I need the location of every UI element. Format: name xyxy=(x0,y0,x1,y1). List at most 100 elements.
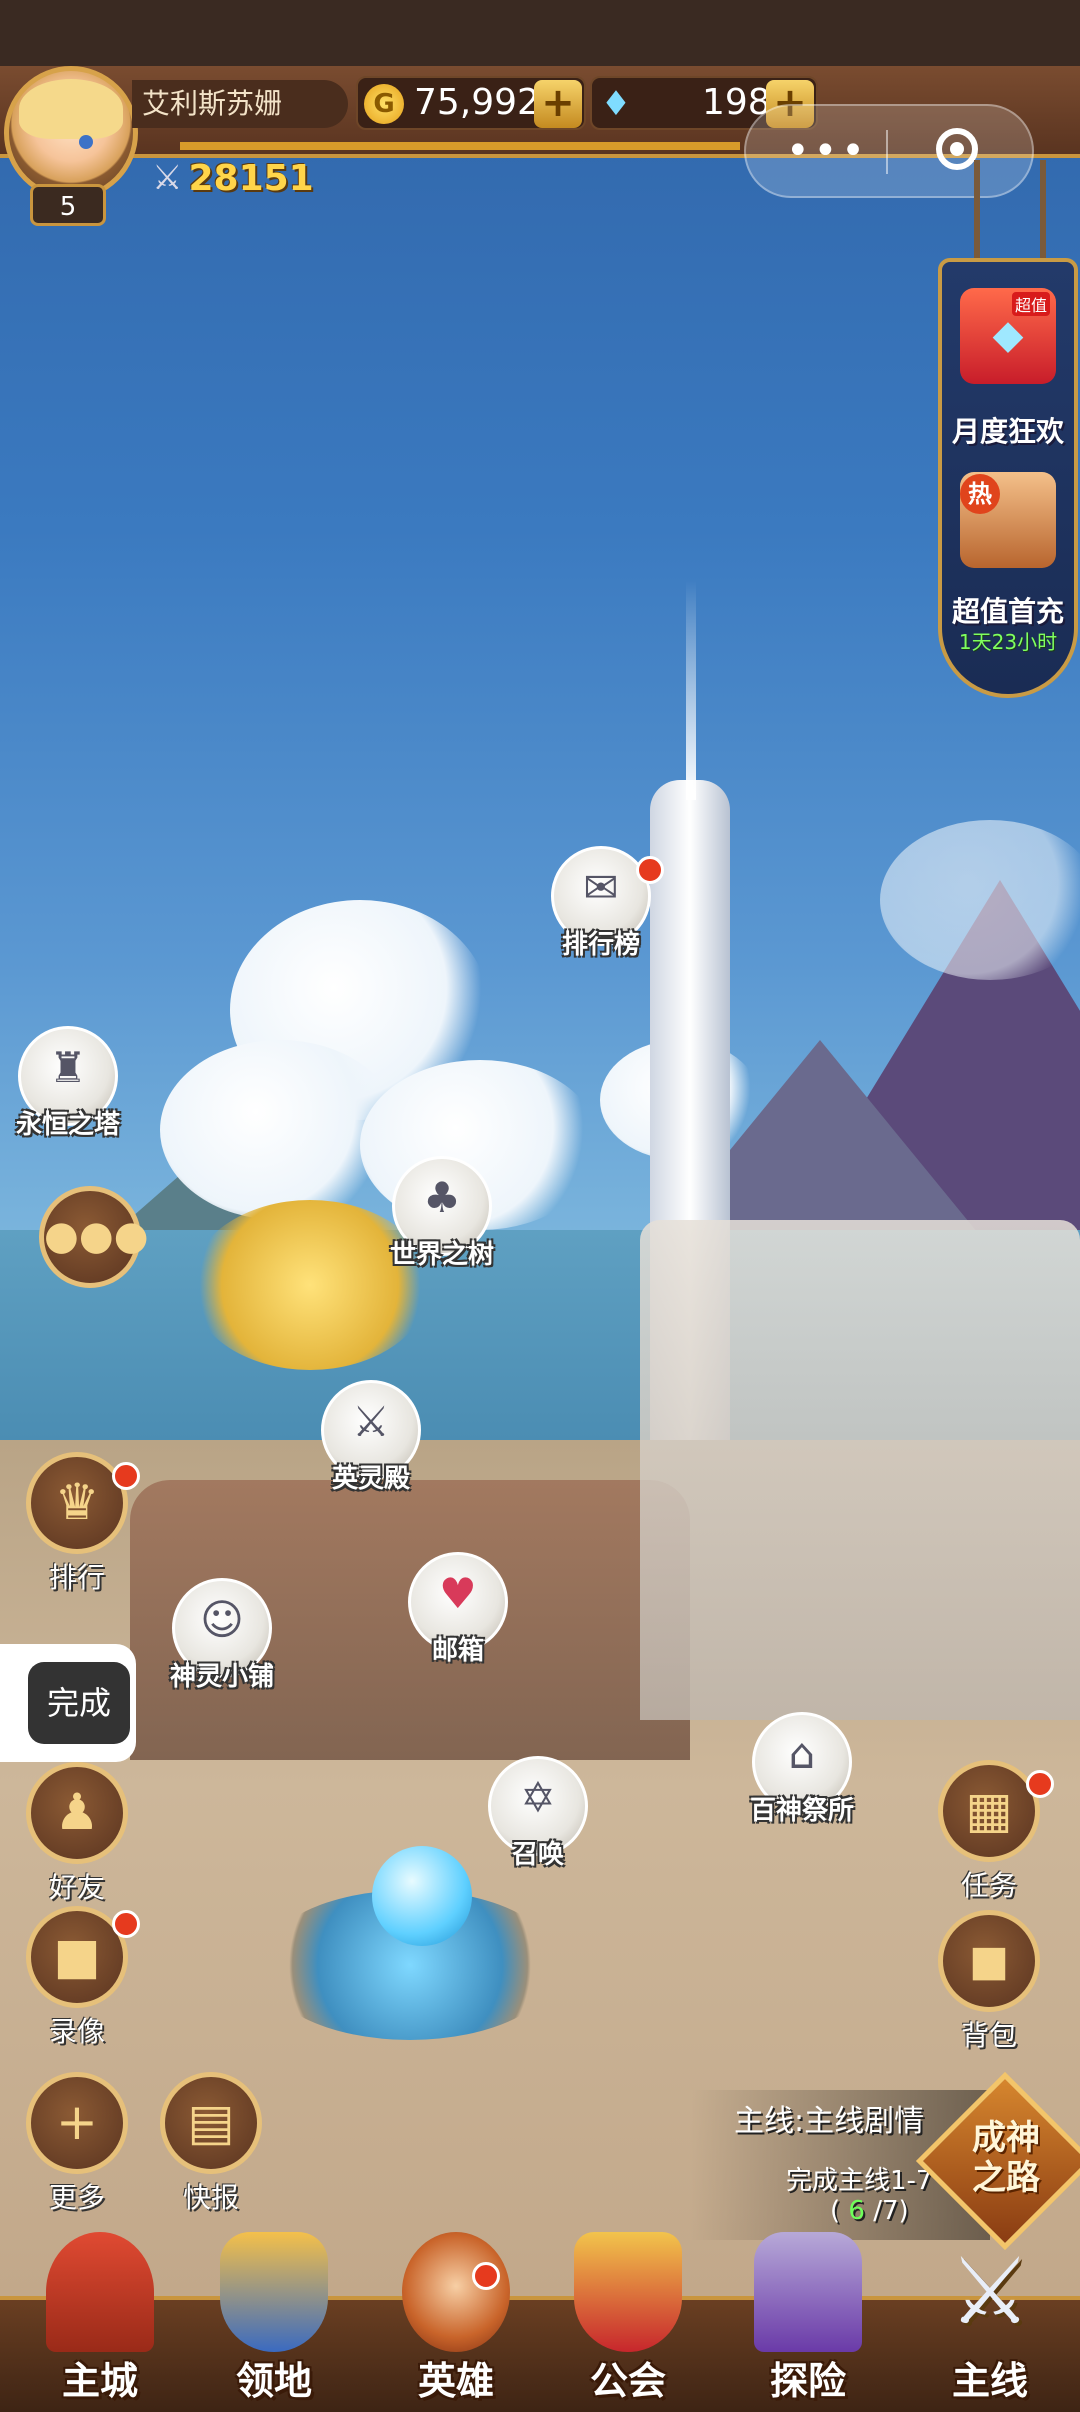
path-to-godhood-label: 成神 之路 xyxy=(946,2118,1066,2198)
path-line-2: 之路 xyxy=(972,2158,1040,2198)
news-button[interactable]: ▤ 快报 xyxy=(156,2072,266,2216)
player-level-badge: 5 xyxy=(30,184,106,226)
quest-progress: ( 6 /7) xyxy=(830,2196,909,2226)
exp-progress-bar xyxy=(180,142,740,150)
notification-dot xyxy=(112,1910,140,1938)
location-summon[interactable]: ✡ 召唤 xyxy=(486,1756,590,1871)
quest-task: 完成主线1-7 xyxy=(786,2166,933,2196)
banner-rope xyxy=(974,160,980,260)
status-strip xyxy=(0,0,1080,66)
hero-portrait-icon xyxy=(402,2232,510,2352)
gold-coin-icon: G xyxy=(364,84,404,124)
plus-icon: + xyxy=(26,2072,128,2174)
nav-mainline-label: 主线 xyxy=(951,2359,1028,2403)
player-avatar[interactable] xyxy=(4,66,138,200)
treasure-chest-icon: ◆ xyxy=(992,312,1024,358)
gold-counter: G 75,992 + xyxy=(356,76,586,130)
quest-progress-current: 6 xyxy=(848,2196,865,2226)
location-label: 世界之树 xyxy=(389,1240,494,1270)
newspaper-icon: ▤ xyxy=(160,2072,262,2174)
hot-badge: 热 xyxy=(960,474,1000,514)
tasks-label: 任务 xyxy=(960,1869,1017,1902)
add-gold-button[interactable]: + xyxy=(534,80,582,128)
friends-button[interactable]: ♟ 好友 xyxy=(22,1762,132,1906)
location-label: 邮箱 xyxy=(431,1636,484,1666)
task-list-icon: ▦ xyxy=(938,1760,1040,1862)
nav-guild-label: 公会 xyxy=(589,2359,666,2403)
gold-amount: 75,992 xyxy=(414,82,540,123)
chat-button[interactable]: ●●● xyxy=(38,1186,149,1288)
location-eternal-tower[interactable]: ♜ 永恒之塔 xyxy=(6,1026,130,1141)
notification-dot xyxy=(112,1462,140,1490)
eagle-shield-icon xyxy=(220,2232,328,2352)
nav-explore[interactable]: 探险 xyxy=(728,2232,888,2408)
location-spirit-shop[interactable]: ☺ 神灵小铺 xyxy=(160,1578,284,1693)
combat-power-value: 28151 xyxy=(188,157,314,199)
monthly-carnival-label: 月度狂欢 xyxy=(951,415,1064,448)
notification-dot xyxy=(472,2262,500,2290)
location-hero-hall[interactable]: ⚔ 英灵殿 xyxy=(316,1380,426,1495)
dungeon-gate-icon xyxy=(754,2232,862,2352)
crossed-swords-icon: ⚔ xyxy=(152,158,183,198)
close-mini-program-button[interactable] xyxy=(936,128,978,170)
capsule-divider xyxy=(886,130,888,174)
diamond-icon: ♦ xyxy=(600,84,632,124)
chat-bubble-icon: ●●● xyxy=(39,1186,149,1288)
done-button[interactable]: 完成 xyxy=(0,1644,136,1762)
bag-button[interactable]: ◼ 背包 xyxy=(934,1910,1044,2054)
nav-territory-label: 领地 xyxy=(235,2359,312,2403)
city-castle xyxy=(640,1220,1080,1720)
player-name: 艾利斯苏姗 xyxy=(132,80,348,128)
friends-label: 好友 xyxy=(48,1871,105,1904)
event-timer: 1天23小时 xyxy=(958,630,1058,654)
done-button-label: 完成 xyxy=(28,1662,130,1744)
combat-power: ⚔ 28151 xyxy=(152,156,314,200)
location-world-tree[interactable]: ♣ 世界之树 xyxy=(380,1156,504,1271)
game-world-map[interactable] xyxy=(0,0,1080,2408)
rank-label: 排行 xyxy=(48,1561,105,1594)
notification-dot xyxy=(1026,1770,1054,1798)
replay-label: 录像 xyxy=(48,2015,105,2048)
path-line-1: 成神 xyxy=(972,2118,1040,2158)
value-badge: 超值 xyxy=(1012,292,1051,316)
fountain-orb xyxy=(372,1846,472,1946)
quest-progress-rest: /7) xyxy=(873,2196,909,2226)
nav-city[interactable]: 主城 xyxy=(20,2232,180,2408)
trophy-icon: ♛ xyxy=(26,1452,128,1554)
first-charge-label: 超值首充 xyxy=(951,595,1064,628)
nav-explore-label: 探险 xyxy=(769,2359,846,2403)
location-label: 排行榜 xyxy=(561,930,640,960)
location-label: 永恒之塔 xyxy=(15,1110,120,1140)
news-label: 快报 xyxy=(182,2181,239,2214)
notification-dot xyxy=(636,856,664,884)
castle-icon xyxy=(46,2232,154,2352)
avatar-hair xyxy=(19,79,123,139)
more-label: 更多 xyxy=(48,2181,105,2214)
friends-icon: ♟ xyxy=(26,1762,128,1864)
more-menu-button[interactable]: ••• xyxy=(786,131,869,171)
nav-city-label: 主城 xyxy=(61,2359,138,2403)
bag-label: 背包 xyxy=(960,2019,1017,2052)
quest-title: 主线:主线剧情 xyxy=(734,2104,925,2139)
location-label: 英灵殿 xyxy=(331,1464,410,1494)
nav-heroes[interactable]: 英雄 xyxy=(376,2232,536,2408)
location-label: 召唤 xyxy=(511,1840,564,1870)
more-button[interactable]: + 更多 xyxy=(22,2072,132,2216)
nav-territory[interactable]: 领地 xyxy=(194,2232,354,2408)
quest-progress-open: ( xyxy=(830,2196,841,2226)
mini-program-capsule: ••• xyxy=(744,104,1034,198)
backpack-icon: ◼ xyxy=(938,1910,1040,2012)
guild-crest-icon xyxy=(574,2232,682,2352)
location-mailbox[interactable]: ♥ 邮箱 xyxy=(408,1552,508,1667)
location-label: 神灵小铺 xyxy=(169,1662,274,1692)
event-banner: ◆ 超值 月度狂欢 热 超值首充 1天23小时 xyxy=(938,258,1078,698)
location-gods-shrine[interactable]: ⌂ 百神祭所 xyxy=(740,1712,864,1827)
banner-rope xyxy=(1040,160,1046,260)
nav-heroes-label: 英雄 xyxy=(417,2359,494,2403)
nav-guild[interactable]: 公会 xyxy=(548,2232,708,2408)
monthly-carnival-button[interactable]: ◆ 超值 xyxy=(960,288,1056,384)
tower-spire xyxy=(686,580,696,800)
location-label: 百神祭所 xyxy=(749,1796,854,1826)
avatar-eye xyxy=(79,135,93,149)
nav-mainline[interactable]: ⚔ 主线 xyxy=(910,2232,1070,2408)
